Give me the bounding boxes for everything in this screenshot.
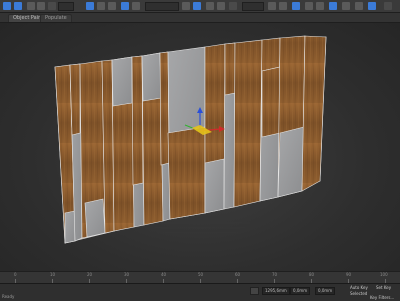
wall-strips bbox=[54, 35, 327, 244]
pivot-icon[interactable] bbox=[182, 2, 190, 10]
ribbon-tabs: Object Paint Populate bbox=[0, 13, 400, 23]
tick-label: 10 bbox=[50, 272, 56, 277]
tick-label: 70 bbox=[272, 272, 278, 277]
render-icon[interactable] bbox=[368, 2, 376, 10]
percent-snap-icon[interactable] bbox=[217, 2, 225, 10]
mirror-icon[interactable] bbox=[268, 2, 276, 10]
coord-y-field[interactable]: 0,0mm bbox=[290, 287, 311, 295]
tick-label: 0 bbox=[14, 272, 17, 277]
set-key-button[interactable]: Set Key bbox=[376, 285, 391, 290]
key-filters-button[interactable]: Key Filters... bbox=[370, 295, 394, 300]
select-by-name-icon[interactable] bbox=[97, 2, 105, 10]
selection-filter-dropdown[interactable] bbox=[58, 2, 74, 11]
move-icon[interactable] bbox=[121, 2, 129, 10]
selected-dropdown[interactable]: Selected bbox=[350, 291, 367, 296]
rendered-frame-icon[interactable] bbox=[355, 2, 363, 10]
auto-key-button[interactable]: Auto Key bbox=[350, 285, 368, 290]
select-object-icon[interactable] bbox=[86, 2, 94, 10]
bind-icon[interactable] bbox=[48, 2, 56, 10]
tick-label: 50 bbox=[198, 272, 204, 277]
tab-populate[interactable]: Populate bbox=[40, 14, 72, 22]
unlink-icon[interactable] bbox=[37, 2, 45, 10]
main-toolbar bbox=[0, 0, 400, 13]
workspace-icon[interactable] bbox=[384, 2, 392, 10]
angle-snap-icon[interactable] bbox=[206, 2, 214, 10]
tick-label: 40 bbox=[161, 272, 167, 277]
perspective-viewport[interactable] bbox=[0, 23, 400, 271]
spinner-snap-icon[interactable] bbox=[229, 2, 237, 10]
named-selection-dropdown[interactable] bbox=[242, 2, 264, 11]
undo-icon[interactable] bbox=[3, 2, 11, 10]
tick-label: 20 bbox=[87, 272, 93, 277]
reference-coordinate-dropdown[interactable] bbox=[145, 2, 179, 11]
curve-editor-icon[interactable] bbox=[305, 2, 313, 10]
layer-icon[interactable] bbox=[292, 2, 300, 10]
status-text: Ready bbox=[2, 294, 15, 299]
rotate-icon[interactable] bbox=[132, 2, 140, 10]
tick-label: 90 bbox=[346, 272, 352, 277]
redo-icon[interactable] bbox=[14, 2, 22, 10]
scene-svg bbox=[54, 35, 327, 244]
material-editor-icon[interactable] bbox=[329, 2, 337, 10]
status-bar: Ready 1295,6mm 0,0mm 0,0mm Auto Key Sele… bbox=[0, 283, 400, 301]
coord-z-field[interactable]: 0,0mm bbox=[315, 287, 336, 295]
align-icon[interactable] bbox=[279, 2, 287, 10]
lock-icon[interactable] bbox=[250, 287, 259, 295]
select-region-icon[interactable] bbox=[108, 2, 116, 10]
snap-icon[interactable] bbox=[193, 2, 201, 10]
tick-label: 60 bbox=[235, 272, 241, 277]
render-setup-icon[interactable] bbox=[342, 2, 350, 10]
tick-label: 30 bbox=[124, 272, 130, 277]
tick-label: 80 bbox=[309, 272, 315, 277]
tick-label: 100 bbox=[380, 272, 388, 277]
coord-x-field[interactable]: 1295,6mm bbox=[262, 287, 290, 295]
schematic-icon[interactable] bbox=[316, 2, 324, 10]
3ds-max-window: Object Paint Populate 0 10 20 30 40 50 6… bbox=[0, 0, 400, 301]
floor-grid bbox=[150, 222, 250, 234]
link-icon[interactable] bbox=[27, 2, 35, 10]
